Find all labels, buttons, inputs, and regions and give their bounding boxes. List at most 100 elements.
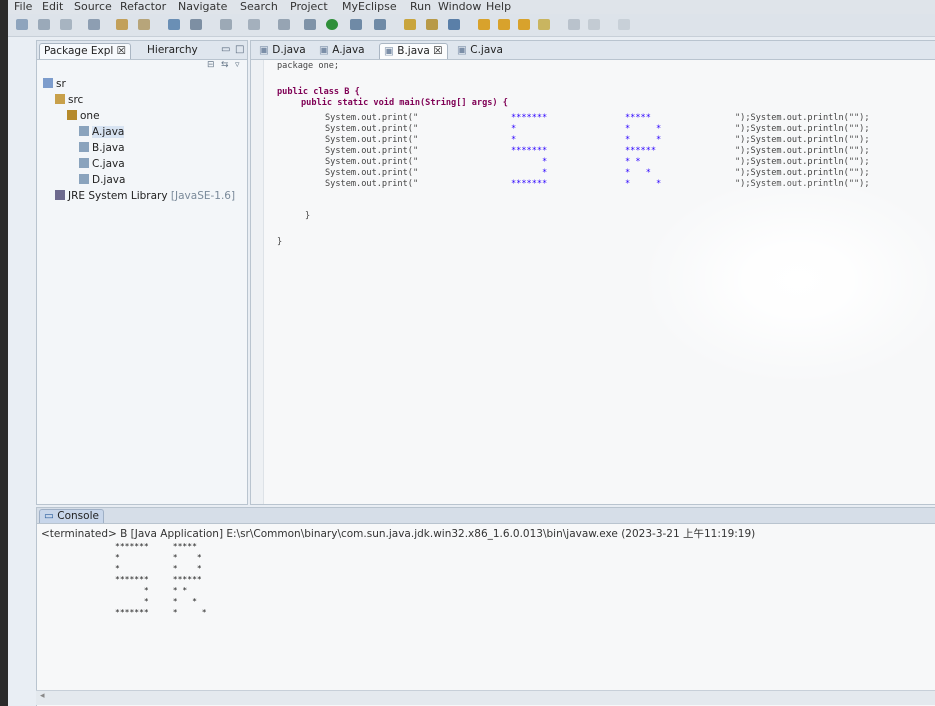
- pen-icon[interactable]: [538, 19, 550, 30]
- java-file-icon: [79, 174, 89, 184]
- menu-project[interactable]: Project: [290, 0, 328, 13]
- console-output-line: * * *: [115, 564, 202, 573]
- server-icon[interactable]: [116, 19, 128, 30]
- pattern-right: * *: [625, 179, 662, 189]
- refresh-icon[interactable]: [220, 19, 232, 30]
- save-icon[interactable]: [38, 19, 50, 30]
- back-icon[interactable]: [568, 19, 580, 30]
- print-prefix: System.out.print(": [325, 146, 419, 156]
- pattern-left: *: [511, 168, 548, 178]
- menu-window[interactable]: Window: [438, 0, 481, 13]
- browser-icon[interactable]: [190, 19, 202, 30]
- debug-icon[interactable]: [304, 19, 316, 30]
- console-output-line: ******* ******: [115, 575, 202, 584]
- open-type-icon[interactable]: [88, 19, 100, 30]
- code-line-package: package one;: [277, 61, 340, 71]
- print-icon[interactable]: [60, 19, 72, 30]
- print-suffix: ");System.out.println("");: [735, 113, 870, 123]
- scroll-left-icon[interactable]: ◂: [40, 691, 45, 701]
- tree-item-project-sr[interactable]: sr: [43, 77, 66, 91]
- print-prefix: System.out.print(": [325, 168, 419, 178]
- tree-item-a-java[interactable]: A.java: [79, 125, 125, 139]
- new-interface-icon[interactable]: [448, 19, 460, 30]
- annotation-icon[interactable]: [518, 19, 530, 30]
- tab-console[interactable]: ▭ Console: [39, 509, 104, 523]
- console-output-line: * * *: [115, 597, 197, 606]
- source-folder-icon: [55, 94, 65, 104]
- console-tabs: ▭ Console: [37, 508, 935, 524]
- minimize-icon[interactable]: ▭: [221, 44, 230, 55]
- tree-item-package-one[interactable]: one: [67, 109, 100, 123]
- code-line-main: public static void main(String[] args) {: [301, 98, 508, 108]
- menu-refactor[interactable]: Refactor: [120, 0, 166, 13]
- image-icon[interactable]: [278, 19, 290, 30]
- tree-item-c-java[interactable]: C.java: [79, 157, 125, 171]
- new-icon[interactable]: [16, 19, 28, 30]
- tree-item-d-java[interactable]: D.java: [79, 173, 125, 187]
- menu-run[interactable]: Run: [410, 0, 431, 13]
- code-line-print: System.out.print(" * * * ");System.out.pri…: [325, 168, 870, 179]
- menu-help[interactable]: Help: [486, 0, 511, 13]
- deploy-icon[interactable]: [138, 19, 150, 30]
- tree-item-jre-library[interactable]: JRE System Library [JavaSE-1.6]: [55, 189, 235, 203]
- package-explorer-tabs: Package Expl ☒ Hierarchy ▭ □: [37, 41, 247, 60]
- menu-source[interactable]: Source: [74, 0, 112, 13]
- main-toolbar: [8, 14, 935, 37]
- tree-item-src[interactable]: src: [55, 93, 83, 107]
- new-package-icon[interactable]: [404, 19, 416, 30]
- library-icon: [55, 190, 65, 200]
- console-icon: ▭: [44, 510, 54, 522]
- package-icon: [67, 110, 77, 120]
- external-tools-icon[interactable]: [350, 19, 362, 30]
- menu-myeclipse[interactable]: MyEclipse: [342, 0, 397, 13]
- project-icon: [43, 78, 53, 88]
- view-menu-icon[interactable]: ▿: [235, 60, 240, 70]
- pattern-right: * *: [625, 168, 651, 178]
- console-output-line: * * *: [115, 553, 202, 562]
- pattern-left: *******: [511, 179, 548, 189]
- link-editor-icon[interactable]: ⇆: [221, 60, 229, 70]
- print-suffix: ");System.out.println("");: [735, 168, 870, 178]
- pattern-left: *******: [511, 113, 548, 123]
- maximize-icon[interactable]: □: [235, 44, 244, 55]
- web-icon[interactable]: [168, 19, 180, 30]
- code-line-class: public class B {: [277, 87, 360, 97]
- code-line-close-class: }: [277, 237, 283, 247]
- console-output-line: ******* * *: [115, 608, 207, 617]
- console-panel: ▭ Console <terminated> B [Java Applicati…: [36, 507, 935, 706]
- new-class-icon[interactable]: [426, 19, 438, 30]
- pattern-left: *: [511, 135, 517, 145]
- pattern-left: *******: [511, 146, 548, 156]
- jre-version-label: [JavaSE-1.6]: [170, 190, 236, 202]
- close-icon[interactable]: ☒: [117, 45, 126, 57]
- tree-item-b-java[interactable]: B.java: [79, 141, 125, 155]
- forward-icon[interactable]: [588, 19, 600, 30]
- task-icon[interactable]: [498, 19, 510, 30]
- java-file-icon: [79, 142, 89, 152]
- menu-navigate[interactable]: Navigate: [178, 0, 227, 13]
- print-prefix: System.out.print(": [325, 124, 419, 134]
- horizontal-scrollbar[interactable]: ◂: [36, 690, 935, 705]
- tab-package-explorer[interactable]: Package Expl ☒: [39, 43, 132, 59]
- print-suffix: ");System.out.println("");: [735, 124, 870, 134]
- menu-search[interactable]: Search: [240, 0, 278, 13]
- menu-file[interactable]: File: [14, 0, 32, 13]
- last-edit-icon[interactable]: [618, 19, 630, 30]
- print-prefix: System.out.print(": [325, 157, 419, 167]
- db-icon[interactable]: [248, 19, 260, 30]
- run-icon[interactable]: [326, 19, 338, 30]
- ide-window: File Edit Source Refactor Navigate Searc…: [8, 0, 935, 706]
- code-line-print: System.out.print(" ******* * * ");System.ou…: [325, 179, 870, 190]
- print-suffix: ");System.out.println("");: [735, 135, 870, 145]
- menu-bar: File Edit Source Refactor Navigate Searc…: [8, 0, 935, 14]
- console-status: <terminated> B [Java Application] E:\sr\…: [41, 528, 756, 540]
- package-explorer-toolbar: ⊟ ⇆ ▿: [37, 60, 247, 72]
- code-editor[interactable]: ▣ D.java ▣ A.java ▣ B.java ☒ ▣ C.java pa…: [250, 40, 935, 505]
- menu-edit[interactable]: Edit: [42, 0, 63, 13]
- collapse-all-icon[interactable]: ⊟: [207, 60, 215, 70]
- pattern-right: * *: [625, 135, 662, 145]
- package-explorer-panel: Package Expl ☒ Hierarchy ▭ □ ⊟ ⇆ ▿ sr sr…: [36, 40, 248, 505]
- search-icon[interactable]: [478, 19, 490, 30]
- new-java-project-icon[interactable]: [374, 19, 386, 30]
- tab-hierarchy[interactable]: Hierarchy: [143, 43, 202, 58]
